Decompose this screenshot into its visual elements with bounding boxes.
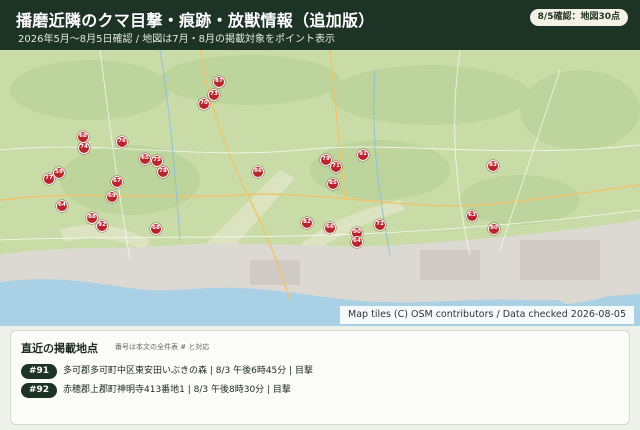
panel-title: 直近の掲載地点 <box>21 342 98 355</box>
page-header: 播磨近隣のクマ目撃・痕跡・放獣情報（追加版） 2026年5月〜8月5日確認 / … <box>0 0 640 50</box>
map-marker[interactable]: 69 <box>106 191 118 203</box>
map-marker[interactable]: 59 <box>53 167 65 179</box>
map-marker[interactable]: 85 <box>327 178 339 190</box>
point-description: 赤穂郡上郡町神明寺413番地1 | 8/3 午後8時30分 | 目撃 <box>63 385 291 395</box>
map-marker[interactable]: 74 <box>78 142 90 154</box>
map-marker[interactable]: 91 <box>357 149 369 161</box>
recent-points-panel: 直近の掲載地点 番号は本文の全件表 # と対応 #91 多可郡多可町中区東安田いぶ… <box>10 330 630 425</box>
status-badge: 8/5確認：地図30点 <box>529 9 628 26</box>
list-item[interactable]: #92 赤穂郡上郡町神明寺413番地1 | 8/3 午後8時30分 | 目撃 <box>21 380 291 398</box>
map-marker[interactable]: 76 <box>116 136 128 148</box>
page-title: 播磨近隣のクマ目撃・痕跡・放獣情報（追加版） <box>16 11 375 30</box>
page-subtitle: 2026年5月〜8月5日確認 / 地図は7月・8月の掲載対象をポイント表示 <box>18 34 335 45</box>
map-marker[interactable]: 78 <box>157 166 169 178</box>
map-marker[interactable]: 64 <box>351 236 363 248</box>
map-marker[interactable]: 65 <box>139 153 151 165</box>
map-marker[interactable]: 67 <box>111 176 123 188</box>
map-marker[interactable]: 71 <box>330 161 342 173</box>
panel-note: 番号は本文の全件表 # と対応 <box>115 343 210 351</box>
map-attribution: Map tiles (C) OSM contributors / Data ch… <box>340 306 634 324</box>
map-marker[interactable]: 80 <box>488 223 500 235</box>
map-view[interactable]: 87 73 70 68 74 76 65 75 78 77 59 67 69 64 86 88 92 68 79 71… <box>0 50 640 326</box>
point-description: 多可郡多可町中区東安田いぶきの森 | 8/3 午後6時45分 | 目撃 <box>63 366 314 376</box>
map-marker[interactable]: 82 <box>301 217 313 229</box>
list-item[interactable]: #91 多可郡多可町中区東安田いぶきの森 | 8/3 午後6時45分 | 目撃 <box>21 361 314 379</box>
map-marker[interactable]: 63 <box>466 210 478 222</box>
map-marker[interactable]: 68 <box>150 223 162 235</box>
map-marker[interactable]: 73 <box>208 89 220 101</box>
map-base-layer <box>0 50 640 326</box>
point-number-badge: #92 <box>21 383 57 398</box>
map-marker[interactable]: 83 <box>487 160 499 172</box>
map-marker[interactable]: 87 <box>213 76 225 88</box>
map-marker[interactable]: 92 <box>96 220 108 232</box>
map-marker[interactable]: 66 <box>324 222 336 234</box>
map-marker[interactable]: 70 <box>198 98 210 110</box>
point-number-badge: #91 <box>21 364 57 379</box>
map-marker[interactable]: 64 <box>56 200 68 212</box>
map-marker[interactable]: 72 <box>374 219 386 231</box>
map-marker[interactable]: 86 <box>252 166 264 178</box>
